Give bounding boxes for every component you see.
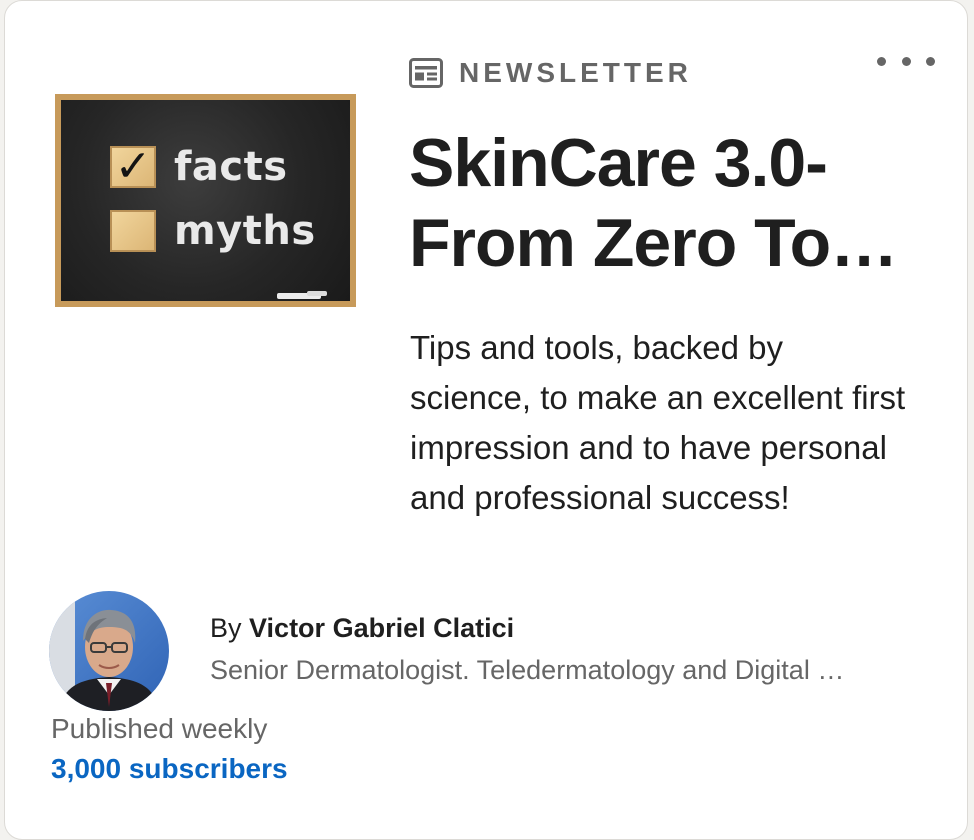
cover-row-myths: myths: [110, 208, 316, 254]
publish-frequency: Published weekly: [51, 713, 268, 744]
author-byline: By Victor Gabriel Clatici: [210, 613, 514, 644]
author-name[interactable]: Victor Gabriel Clatici: [249, 613, 514, 643]
chalk-piece: [307, 291, 327, 296]
cover-word-myths: myths: [174, 208, 316, 254]
author-avatar[interactable]: [49, 591, 169, 711]
author-headline: Senior Dermatologist. Teledermatology an…: [210, 655, 845, 685]
newsletter-icon: [409, 58, 443, 88]
cover-row-facts: ✓ facts: [110, 144, 288, 190]
empty-box-icon: [110, 210, 156, 252]
newsletter-description: Tips and tools, backed by science, to ma…: [410, 329, 906, 516]
author-photo: [49, 591, 169, 711]
newsletter-label: NEWSLETTER: [459, 57, 692, 88]
newsletter-cover-image[interactable]: ✓ facts myths: [55, 94, 356, 307]
newsletter-card[interactable]: ✓ facts myths NEWSLETTER SkinCare 3.0- F…: [4, 0, 968, 840]
checked-box-icon: ✓: [110, 146, 156, 188]
dot: [877, 56, 886, 66]
newsletter-title[interactable]: SkinCare 3.0- From Zero To…: [409, 123, 949, 283]
chalkboard: ✓ facts myths: [61, 100, 350, 301]
dot: [926, 56, 935, 66]
subscriber-count-link[interactable]: 3,000 subscribers: [51, 753, 288, 785]
more-options-icon[interactable]: [877, 49, 935, 73]
dot: [901, 56, 911, 66]
cover-word-facts: facts: [174, 144, 288, 190]
newsletter-kicker: NEWSLETTER: [409, 57, 692, 89]
by-prefix: By: [210, 613, 242, 643]
